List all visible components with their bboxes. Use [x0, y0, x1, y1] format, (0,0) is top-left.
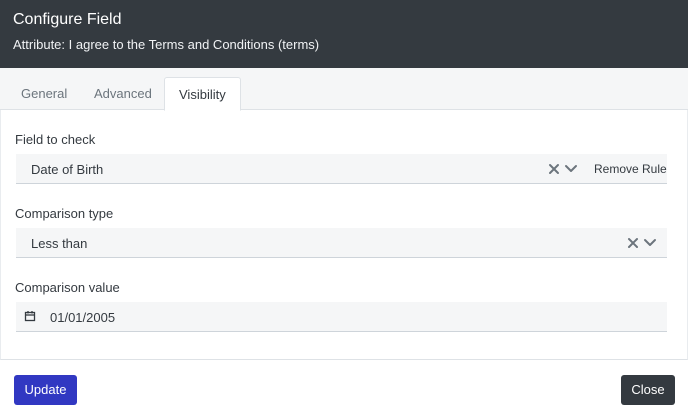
update-button[interactable]: Update: [14, 375, 77, 405]
tab-general[interactable]: General: [7, 77, 81, 110]
modal-header: Configure Field Attribute: I agree to th…: [0, 0, 688, 68]
comparison-value-label: Comparison value: [15, 280, 120, 295]
close-button[interactable]: Close: [621, 375, 675, 405]
field-to-check-label: Field to check: [15, 132, 96, 147]
modal-title: Configure Field: [13, 11, 122, 28]
remove-rule-button[interactable]: Remove Rule: [594, 162, 667, 176]
chevron-down-icon[interactable]: [643, 236, 657, 250]
comparison-value-date-input[interactable]: 01/01/2005: [16, 302, 667, 332]
modal-subtitle: Attribute: I agree to the Terms and Cond…: [13, 37, 320, 52]
comparison-type-value: Less than: [31, 236, 88, 251]
configure-field-modal: Configure Field Attribute: I agree to th…: [0, 0, 688, 413]
chevron-down-icon[interactable]: [564, 162, 578, 176]
tabs-bar: General Advanced Visibility: [0, 68, 688, 111]
calendar-icon[interactable]: [24, 310, 36, 322]
field-to-check-select[interactable]: Date of Birth Remove Rule: [16, 154, 667, 184]
tab-visibility[interactable]: Visibility: [164, 77, 241, 111]
comparison-value-text: 01/01/2005: [50, 310, 116, 325]
tab-advanced[interactable]: Advanced: [80, 77, 166, 110]
field-to-check-value: Date of Birth: [31, 162, 104, 177]
visibility-panel: Field to check Date of Birth Remove Rule…: [0, 110, 688, 360]
comparison-type-select[interactable]: Less than: [16, 228, 667, 258]
comparison-type-label: Comparison type: [15, 206, 114, 221]
close-icon[interactable]: [547, 162, 561, 176]
close-icon[interactable]: [626, 236, 640, 250]
